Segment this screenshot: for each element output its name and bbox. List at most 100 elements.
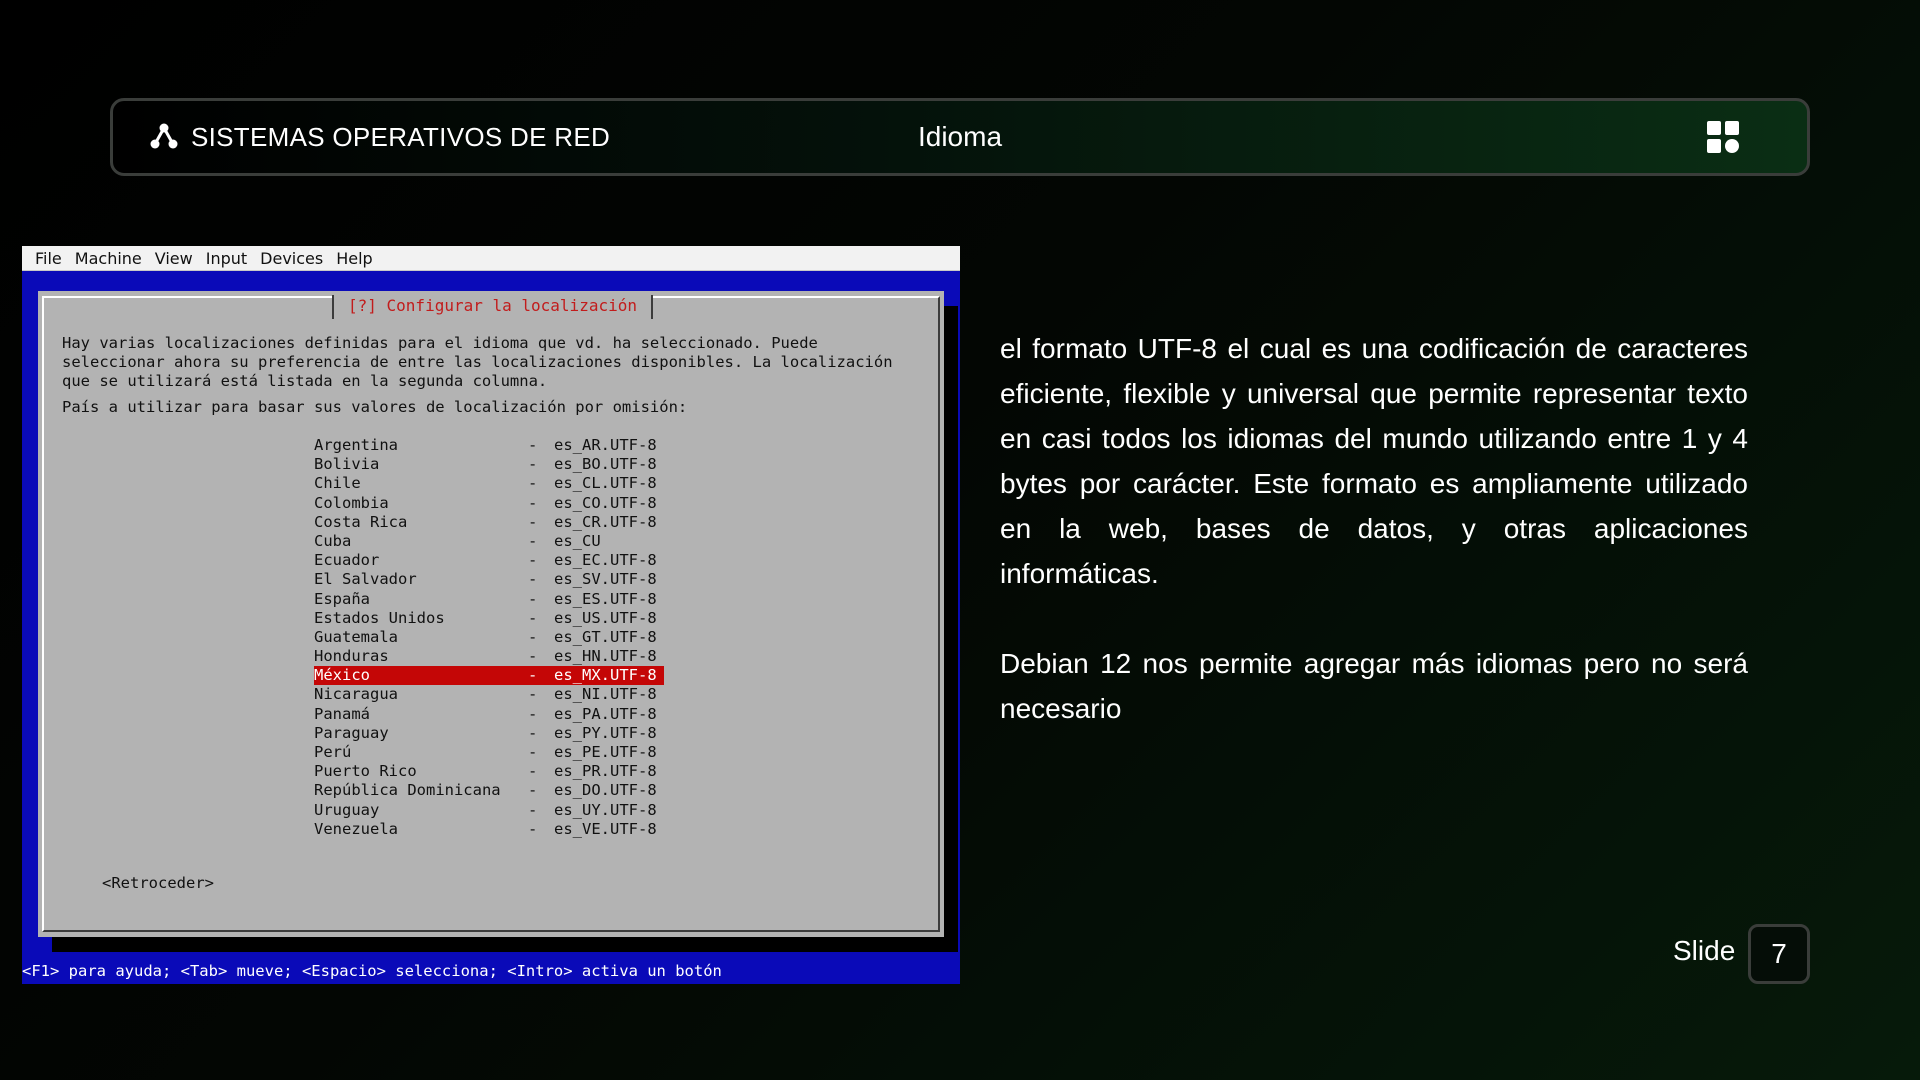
locale-country: Bolivia [314,455,380,474]
locale-country: México [314,666,370,685]
locale-row[interactable]: Colombia - es_CO.UTF-8 [314,494,664,513]
locale-code: es_NI.UTF-8 [554,685,657,704]
locale-dialog: [?] Configurar la localización Hay varia… [38,291,944,937]
header-bar: SISTEMAS OPERATIVOS DE RED Idioma [110,98,1810,176]
locale-country: Colombia [314,493,389,512]
locale-code: es_CR.UTF-8 [554,512,657,531]
locale-row[interactable]: Puerto Rico - es_PR.UTF-8 [314,762,664,781]
slide-label: Slide [1673,935,1736,966]
locale-code: es_VE.UTF-8 [554,819,657,838]
locale-country: Estados Unidos [314,608,445,627]
locale-row[interactable]: República Dominicana - es_DO.UTF-8 [314,781,664,800]
locale-row[interactable]: Perú - es_PE.UTF-8 [314,743,664,762]
locale-separator: - [528,608,538,627]
locale-row[interactable]: Argentina - es_AR.UTF-8 [314,436,664,455]
locale-country: Honduras [314,647,389,666]
locale-country: Venezuela [314,819,398,838]
locale-code: es_CU [554,531,601,550]
network-icon [150,123,178,149]
locale-separator: - [528,743,538,761]
locale-country: España [314,589,370,608]
locale-separator: - [528,704,538,723]
back-button[interactable]: <Retroceder> [102,874,214,893]
locale-row[interactable]: México - es_MX.UTF-8 [314,666,664,686]
locale-code: es_PE.UTF-8 [554,743,657,761]
locale-country: Paraguay [314,723,389,742]
locale-separator: - [528,685,538,704]
locale-country: Puerto Rico [314,762,417,781]
paragraph-utf8: el formato UTF-8 el cual es una codifica… [1000,333,1748,589]
locale-separator: - [528,647,538,666]
menu-file[interactable]: File [34,249,63,268]
locale-country: Guatemala [314,627,398,646]
locale-separator: - [528,762,538,781]
locale-row[interactable]: Guatemala - es_GT.UTF-8 [314,628,664,647]
locale-separator: - [528,819,538,838]
locale-code: es_HN.UTF-8 [554,647,657,666]
locale-row[interactable]: Venezuela - es_VE.UTF-8 [314,820,664,839]
locale-country: Perú [314,743,352,761]
locale-separator: - [528,512,538,531]
locale-row[interactable]: España - es_ES.UTF-8 [314,590,664,609]
locale-code: es_DO.UTF-8 [554,781,657,800]
locale-country: El Salvador [314,570,417,589]
locale-separator: - [528,781,538,800]
locale-row[interactable]: Estados Unidos - es_US.UTF-8 [314,609,664,628]
grid-icon[interactable] [1707,121,1739,153]
locale-separator: - [528,531,538,550]
locale-separator: - [528,570,538,589]
locale-separator: - [528,455,538,474]
menu-input[interactable]: Input [205,249,248,268]
locale-separator: - [528,723,538,742]
brand: SISTEMAS OPERATIVOS DE RED [149,101,610,173]
locale-code: es_PR.UTF-8 [554,762,657,781]
locale-row[interactable]: Panamá - es_PA.UTF-8 [314,705,664,724]
locale-row[interactable]: Cuba - es_CU [314,532,664,551]
locale-row[interactable]: Uruguay - es_UY.UTF-8 [314,801,664,820]
vm-screenshot: File Machine View Input Devices Help [?]… [22,246,960,984]
locale-country: Costa Rica [314,512,408,531]
locale-code: es_SV.UTF-8 [554,570,657,589]
dialog-prompt: País a utilizar para basar sus valores d… [62,398,688,416]
locale-country: Uruguay [314,800,380,819]
menu-devices[interactable]: Devices [259,249,324,268]
locale-code: es_GT.UTF-8 [554,627,657,646]
vm-status-bar: <F1> para ayuda; <Tab> mueve; <Espacio> … [22,962,722,980]
locale-separator: - [528,627,538,646]
locale-code: es_CO.UTF-8 [554,493,657,512]
menu-help[interactable]: Help [335,249,373,268]
locale-row[interactable]: Ecuador - es_EC.UTF-8 [314,551,664,570]
locale-code: es_UY.UTF-8 [554,800,657,819]
locale-row[interactable]: Honduras - es_HN.UTF-8 [314,647,664,666]
locale-row[interactable]: Chile - es_CL.UTF-8 [314,474,664,493]
menu-view[interactable]: View [154,249,194,268]
locale-row[interactable]: Bolivia - es_BO.UTF-8 [314,455,664,474]
paragraph-debian: Debian 12 nos permite agregar más idioma… [1000,648,1748,724]
locale-country: Chile [314,474,361,493]
menu-machine[interactable]: Machine [74,249,143,268]
locale-code: es_BO.UTF-8 [554,455,657,474]
locale-separator: - [528,800,538,819]
locale-code: es_PA.UTF-8 [554,704,657,723]
locale-row[interactable]: Costa Rica - es_CR.UTF-8 [314,513,664,532]
locale-code: es_AR.UTF-8 [554,436,657,454]
locale-code: es_ES.UTF-8 [554,589,657,608]
locale-list: Argentina - es_AR.UTF-8 Bolivia - es_BO.UTF-8… [314,436,664,839]
locale-separator: - [528,589,538,608]
locale-code: es_US.UTF-8 [554,608,657,627]
vm-menubar: File Machine View Input Devices Help [22,246,960,271]
body-text: el formato UTF-8 el cual es una codifica… [1000,326,1748,776]
locale-separator: - [528,551,538,570]
locale-separator: - [528,436,538,454]
locale-code: es_PY.UTF-8 [554,723,657,742]
locale-country: Panamá [314,704,370,723]
locale-row[interactable]: Nicaragua - es_NI.UTF-8 [314,685,664,704]
locale-row[interactable]: El Salvador - es_SV.UTF-8 [314,570,664,589]
locale-separator: - [528,493,538,512]
locale-row[interactable]: Paraguay - es_PY.UTF-8 [314,724,664,743]
locale-separator: - [528,474,538,493]
locale-country: Cuba [314,531,352,550]
locale-code: es_CL.UTF-8 [554,474,657,493]
brand-title: SISTEMAS OPERATIVOS DE RED [191,121,611,152]
locale-code: es_MX.UTF-8 [554,666,657,685]
